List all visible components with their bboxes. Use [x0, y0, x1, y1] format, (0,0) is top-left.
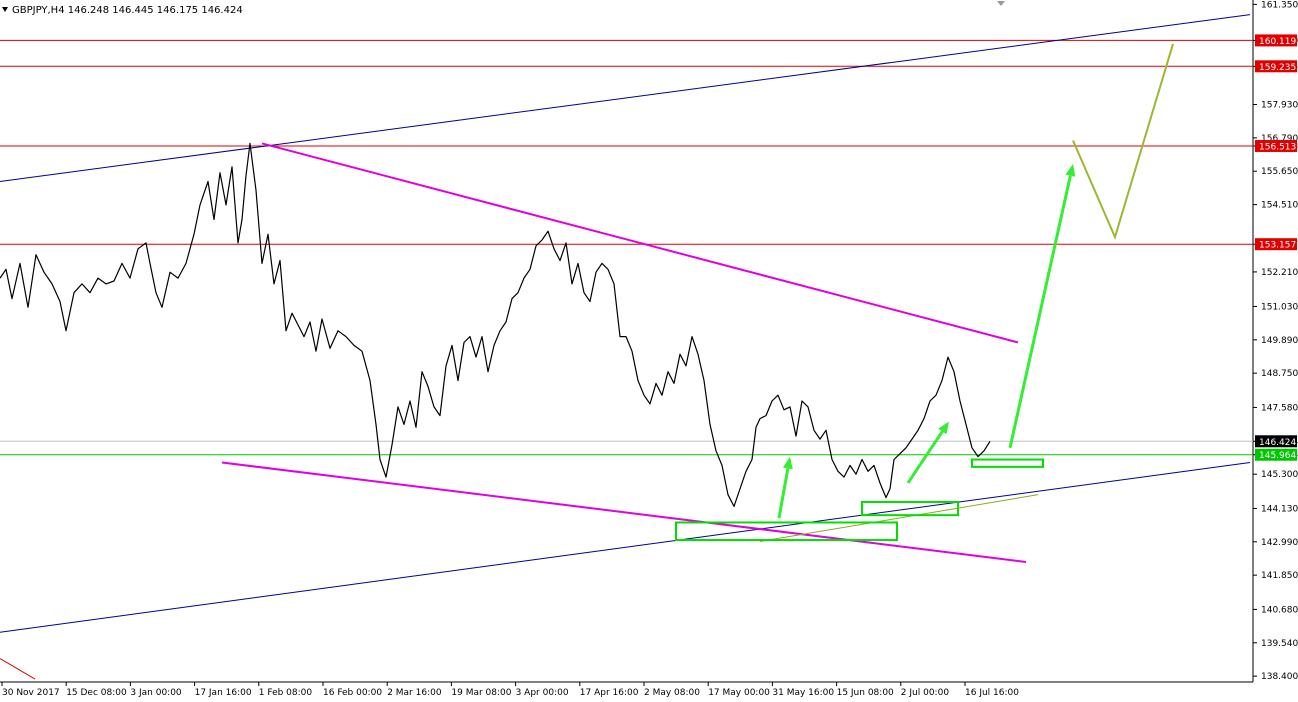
arrow-shaft-0 [777, 468, 790, 519]
arrow-head-2 [1065, 163, 1076, 177]
y-tick-label: 144.130 [1261, 504, 1298, 514]
price-tag-label: 153.157 [1259, 241, 1296, 251]
horizontal-levels [0, 39, 1253, 456]
x-tick-label: 19 Mar 08:00 [451, 688, 511, 698]
arrow-head-1 [938, 421, 949, 435]
x-tick-label: 2 Jul 00:00 [901, 688, 950, 698]
price-tag-label: 145.964 [1259, 451, 1296, 461]
trendline-2 [261, 142, 1019, 344]
level-tags: 160.119 159.235 156.513 153.157 145.964 146.4… [1255, 34, 1297, 461]
y-tick-label: 147.580 [1261, 403, 1298, 413]
x-tick-label: 3 Jan 00:00 [130, 688, 182, 698]
trendline-0 [0, 14, 1251, 182]
y-tick-label: 138.400 [1261, 672, 1298, 682]
trendline-4 [0, 658, 36, 680]
x-tick-label: 15 Jun 08:00 [837, 688, 894, 698]
y-tick-label: 140.680 [1261, 605, 1298, 615]
y-tick-label: 152.210 [1261, 268, 1298, 278]
trendlines [0, 14, 1251, 680]
x-tick-label: 1 Feb 08:00 [259, 688, 313, 698]
x-tick-label: 3 Apr 00:00 [516, 688, 569, 698]
support-box-2 [971, 458, 1044, 468]
time-axis: 30 Nov 2017 15 Dec 08:00 3 Jan 00:00 17 Jan… [1, 682, 1019, 698]
y-tick-label: 139.540 [1261, 639, 1298, 649]
y-tick-label: 161.350 [1261, 0, 1298, 10]
price-series-line [0, 142, 991, 507]
projection-path [1072, 43, 1174, 241]
x-tick-label: 2 May 08:00 [644, 688, 700, 698]
y-tick-label: 148.750 [1261, 369, 1298, 379]
y-tick-label: 141.850 [1261, 571, 1298, 581]
price-tag-label: 156.513 [1259, 142, 1296, 152]
dropdown-triangle-icon[interactable] [2, 7, 8, 12]
arrow-shaft-2 [1008, 175, 1072, 449]
x-tick-label: 17 Apr 16:00 [580, 688, 639, 698]
y-tick-label: 157.930 [1261, 100, 1298, 110]
trendline-1 [0, 461, 1251, 633]
y-tick-label: 142.990 [1261, 538, 1298, 548]
x-tick-label: 17 May 00:00 [708, 688, 770, 698]
x-tick-label: 16 Feb 00:00 [323, 688, 382, 698]
y-tick-label: 145.300 [1261, 470, 1298, 480]
x-tick-label: 17 Jan 16:00 [195, 688, 252, 698]
price-tag-label: 159.235 [1259, 63, 1296, 73]
price-chart[interactable]: 161.350160.119159.235157.930156.790156.5… [0, 0, 1298, 702]
x-tick-label: 15 Dec 08:00 [66, 688, 127, 698]
shift-marker-icon[interactable] [997, 1, 1005, 6]
x-tick-label: 16 Jul 16:00 [965, 688, 1019, 698]
price-tag-label: 160.119 [1259, 37, 1296, 47]
x-tick-label: 30 Nov 2017 [2, 688, 60, 698]
symbol-header: GBPJPY,H4 146.248 146.445 146.175 146.42… [12, 5, 243, 16]
projection-arrows [777, 43, 1174, 519]
x-tick-label: 31 May 16:00 [772, 688, 834, 698]
arrow-shaft-1 [906, 430, 944, 484]
price-tag-label: 146.424 [1259, 438, 1296, 448]
price-axis: 161.350160.119159.235157.930156.790156.5… [1253, 0, 1298, 682]
y-tick-label: 149.890 [1261, 336, 1298, 346]
y-tick-label: 154.510 [1261, 201, 1298, 211]
price-series [0, 142, 991, 507]
y-tick-label: 151.030 [1261, 302, 1298, 312]
arrow-head-0 [782, 456, 793, 470]
x-tick-label: 2 Mar 16:00 [387, 688, 442, 698]
y-tick-label: 155.650 [1261, 167, 1298, 177]
